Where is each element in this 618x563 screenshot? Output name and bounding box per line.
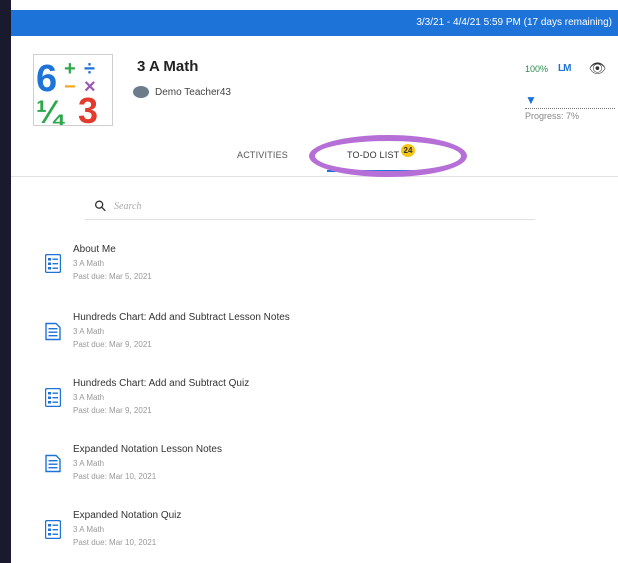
tab-activities[interactable]: ACTIVITIES xyxy=(237,150,288,160)
todo-item-due: Past due: Mar 9, 2021 xyxy=(73,340,152,349)
logo-minus: − xyxy=(64,76,76,98)
todo-item-due: Past due: Mar 10, 2021 xyxy=(73,538,157,547)
teacher-avatar xyxy=(133,86,149,98)
todo-item-course: 3 A Math xyxy=(73,393,105,402)
quiz-icon xyxy=(45,254,61,273)
todo-item-course: 3 A Math xyxy=(73,459,105,468)
math-symbols-logo-icon: 6 + ÷ − × ¼ 3 xyxy=(36,58,98,131)
todo-item-title[interactable]: Hundreds Chart: Add and Subtract Lesson … xyxy=(73,312,290,323)
todo-item-course: 3 A Math xyxy=(73,525,105,534)
quiz-icon xyxy=(45,520,61,539)
search-icon[interactable]: ⚲ xyxy=(90,196,111,216)
search-bar: ⚲ xyxy=(85,193,535,220)
notes-icon xyxy=(45,322,61,341)
todo-item-due: Past due: Mar 5, 2021 xyxy=(73,272,152,281)
todo-item-title[interactable]: Hundreds Chart: Add and Subtract Quiz xyxy=(73,378,249,389)
todo-item-expanded-notes[interactable]: Expanded Notation Lesson Notes 3 A Math … xyxy=(39,440,599,490)
eye-icon[interactable]: 👁 xyxy=(588,60,606,77)
course-date-bar: 3/3/21 - 4/4/21 5:59 PM (17 days remaini… xyxy=(11,10,618,36)
course-tabs: ACTIVITIES TO-DO LIST xyxy=(11,140,618,177)
logo-quarter: ¼ xyxy=(36,94,65,125)
search-input[interactable] xyxy=(112,199,496,213)
notes-icon xyxy=(45,454,61,473)
todo-item-title[interactable]: Expanded Notation Quiz xyxy=(73,510,181,521)
todo-item-course: 3 A Math xyxy=(73,327,105,336)
course-logo: 6 + ÷ − × ¼ 3 xyxy=(33,54,113,131)
todo-item-course: 3 A Math xyxy=(73,259,105,268)
quiz-icon xyxy=(45,388,61,407)
progress-track xyxy=(525,108,615,109)
todo-item-title[interactable]: About Me xyxy=(73,244,116,255)
teacher-info[interactable]: Demo Teacher43 xyxy=(133,86,231,98)
todo-item-title[interactable]: Expanded Notation Lesson Notes xyxy=(73,444,222,455)
location-pin-icon: ▼ xyxy=(525,93,537,107)
todo-item-due: Past due: Mar 10, 2021 xyxy=(73,472,157,481)
course-title: 3 A Math xyxy=(137,58,199,75)
teacher-name: Demo Teacher43 xyxy=(155,86,231,98)
grade-percent: 100% xyxy=(525,63,549,74)
todo-count-badge: 24 xyxy=(401,144,415,157)
tab-todo-list[interactable]: TO-DO LIST xyxy=(326,150,420,172)
date-range-text: 3/3/21 - 4/4/21 5:59 PM (17 days remaini… xyxy=(416,17,612,28)
todo-item-hundreds-quiz[interactable]: Hundreds Chart: Add and Subtract Quiz 3 … xyxy=(39,374,599,424)
todo-item-expanded-quiz[interactable]: Expanded Notation Quiz 3 A Math Past due… xyxy=(39,506,599,556)
logo-digit-three: 3 xyxy=(78,90,98,125)
todo-item-due: Past due: Mar 9, 2021 xyxy=(73,406,152,415)
progress-label: Progress: 7% xyxy=(525,111,580,121)
gradebook-icon[interactable]: LM xyxy=(558,63,571,74)
progress-indicator: ▼ Progress: 7% xyxy=(525,94,617,121)
todo-item-about-me[interactable]: About Me 3 A Math Past due: Mar 5, 2021 xyxy=(39,240,599,290)
app-frame: 3/3/21 - 4/4/21 5:59 PM (17 days remaini… xyxy=(11,0,618,563)
todo-item-hundreds-notes[interactable]: Hundreds Chart: Add and Subtract Lesson … xyxy=(39,308,599,358)
course-tools: 100% LM 👁 xyxy=(525,60,606,77)
